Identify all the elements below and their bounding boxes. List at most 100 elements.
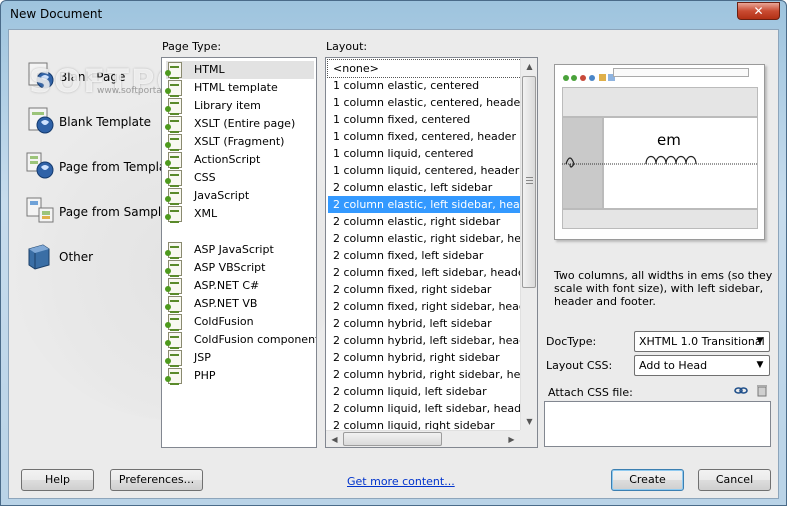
layout-item[interactable]: 1 column elastic, centered xyxy=(328,77,521,94)
document-icon xyxy=(165,134,182,151)
doctype-label: DocType: xyxy=(546,335,597,348)
preview-footer xyxy=(562,209,758,229)
close-button[interactable]: ✕ xyxy=(737,2,780,20)
doctype-select[interactable]: XHTML 1.0 Transitional ▼ xyxy=(634,331,770,352)
scroll-up-arrow-icon[interactable]: ▲ xyxy=(521,58,537,75)
create-button[interactable]: Create xyxy=(611,469,684,491)
page-type-list[interactable]: HTML HTML template Library item XSLT (En… xyxy=(161,57,317,448)
layout-item[interactable]: 2 column hybrid, right sidebar xyxy=(328,349,521,366)
page-type-item[interactable]: XML xyxy=(165,205,314,223)
layout-item-selected[interactable]: 2 column elastic, left sidebar, header a xyxy=(328,196,521,213)
dialog-body: Blank Page Blank Template Page from Temp… xyxy=(8,29,779,499)
document-icon xyxy=(165,206,182,223)
preferences-button[interactable]: Preferences... xyxy=(110,469,203,491)
page-type-item-html[interactable]: HTML xyxy=(165,61,314,79)
layout-css-value: Add to Head xyxy=(639,359,708,372)
document-icon xyxy=(165,350,182,367)
window-title: New Document xyxy=(10,7,103,21)
spring-icon xyxy=(562,155,758,168)
page-from-sample-icon xyxy=(26,197,54,223)
new-document-dialog: New Document ✕ Blank Page Blank Template xyxy=(0,0,787,506)
document-icon xyxy=(165,368,182,385)
document-icon xyxy=(165,278,182,295)
layout-css-select[interactable]: Add to Head ▼ xyxy=(634,355,770,376)
layout-item[interactable]: 2 column liquid, left sidebar xyxy=(328,383,521,400)
layout-item[interactable]: 1 column fixed, centered xyxy=(328,111,521,128)
layout-item[interactable]: 2 column hybrid, left sidebar xyxy=(328,315,521,332)
page-type-item[interactable]: JSP xyxy=(165,349,314,367)
page-type-item[interactable]: CSS xyxy=(165,169,314,187)
category-blank-template[interactable]: Blank Template xyxy=(23,104,163,144)
document-icon xyxy=(165,152,182,169)
layout-item[interactable]: 2 column fixed, right sidebar, header a xyxy=(328,298,521,315)
page-type-item[interactable]: ASP.NET VB xyxy=(165,295,314,313)
document-icon xyxy=(165,188,182,205)
cancel-button[interactable]: Cancel xyxy=(698,469,771,491)
grip-line xyxy=(526,183,533,184)
link-chain-icon[interactable] xyxy=(734,384,748,397)
category-label: Page from Sample xyxy=(59,205,169,219)
page-type-item[interactable]: JavaScript xyxy=(165,187,314,205)
title-bar[interactable]: New Document ✕ xyxy=(1,1,786,29)
scroll-left-arrow-icon[interactable]: ◀ xyxy=(326,431,343,447)
page-type-item[interactable]: ASP JavaScript xyxy=(165,241,314,259)
layout-item-none[interactable]: <none> xyxy=(327,59,522,78)
page-from-template-icon xyxy=(26,152,54,179)
layout-item[interactable]: 1 column fixed, centered, header and f xyxy=(328,128,521,145)
document-icon xyxy=(165,242,182,259)
layout-item[interactable]: 1 column liquid, centered xyxy=(328,145,521,162)
layout-preview: em xyxy=(554,64,765,240)
layout-label: Layout: xyxy=(326,40,368,53)
document-icon xyxy=(165,116,182,133)
page-type-item[interactable]: PHP xyxy=(165,367,314,385)
page-type-item[interactable]: HTML template xyxy=(165,79,314,97)
blank-template-icon xyxy=(28,107,54,134)
help-button[interactable]: Help xyxy=(21,469,94,491)
other-icon xyxy=(28,244,50,270)
layout-vertical-scrollbar[interactable]: ▲ ▼ xyxy=(520,58,537,430)
page-type-item[interactable]: ColdFusion xyxy=(165,313,314,331)
grip-line xyxy=(526,177,533,178)
attach-css-list[interactable] xyxy=(544,401,771,447)
page-type-item[interactable]: XSLT (Fragment) xyxy=(165,133,314,151)
layout-item[interactable]: 1 column elastic, centered, header and xyxy=(328,94,521,111)
grip-line xyxy=(526,180,533,181)
layout-description: Two columns, all widths in ems (so they … xyxy=(554,269,773,308)
document-icon xyxy=(165,314,182,331)
vertical-scroll-thumb[interactable] xyxy=(522,76,536,288)
scrollbar-corner xyxy=(520,430,537,447)
page-type-item[interactable]: Library item xyxy=(165,97,314,115)
doctype-value: XHTML 1.0 Transitional xyxy=(639,335,765,348)
page-type-item[interactable]: ASP.NET C# xyxy=(165,277,314,295)
document-icon xyxy=(165,80,182,97)
dropdown-arrow-icon: ▼ xyxy=(756,360,764,370)
horizontal-scroll-thumb[interactable] xyxy=(343,432,442,446)
layout-item[interactable]: 2 column fixed, left sidebar xyxy=(328,247,521,264)
layout-horizontal-scrollbar[interactable]: ◀ ▶ xyxy=(326,430,520,447)
category-other[interactable]: Other xyxy=(23,239,163,279)
document-icon xyxy=(165,332,182,349)
layout-item[interactable]: 2 column elastic, right sidebar xyxy=(328,213,521,230)
category-page-from-template[interactable]: Page from Template xyxy=(23,149,178,189)
layout-item[interactable]: 2 column hybrid, right sidebar, header xyxy=(328,366,521,383)
layout-css-label: Layout CSS: xyxy=(546,359,613,372)
layout-item[interactable]: 2 column fixed, left sidebar, header an xyxy=(328,264,521,281)
scroll-down-arrow-icon[interactable]: ▼ xyxy=(521,413,537,430)
page-type-item[interactable]: ColdFusion component xyxy=(165,331,316,349)
page-type-item[interactable]: XSLT (Entire page) xyxy=(165,115,314,133)
category-page-from-sample[interactable]: Page from Sample xyxy=(23,194,169,234)
layout-item[interactable]: 2 column elastic, left sidebar xyxy=(328,179,521,196)
layout-item[interactable]: 1 column liquid, centered, header and f xyxy=(328,162,521,179)
layout-item[interactable]: 2 column fixed, right sidebar xyxy=(328,281,521,298)
trash-icon[interactable] xyxy=(755,384,769,397)
get-more-content-link[interactable]: Get more content... xyxy=(347,475,455,488)
category-label: Blank Template xyxy=(59,115,152,129)
page-type-item[interactable]: ActionScript xyxy=(165,151,314,169)
scroll-right-arrow-icon[interactable]: ▶ xyxy=(503,431,520,447)
layout-item[interactable]: 2 column elastic, right sidebar, header xyxy=(328,230,521,247)
layout-item[interactable]: 2 column hybrid, left sidebar, header a xyxy=(328,332,521,349)
page-type-item[interactable]: ASP VBScript xyxy=(165,259,314,277)
layout-list[interactable]: <none> 1 column elastic, centered 1 colu… xyxy=(325,57,538,448)
layout-item[interactable]: 2 column liquid, left sidebar, header an xyxy=(328,400,521,417)
document-icon xyxy=(165,62,182,79)
